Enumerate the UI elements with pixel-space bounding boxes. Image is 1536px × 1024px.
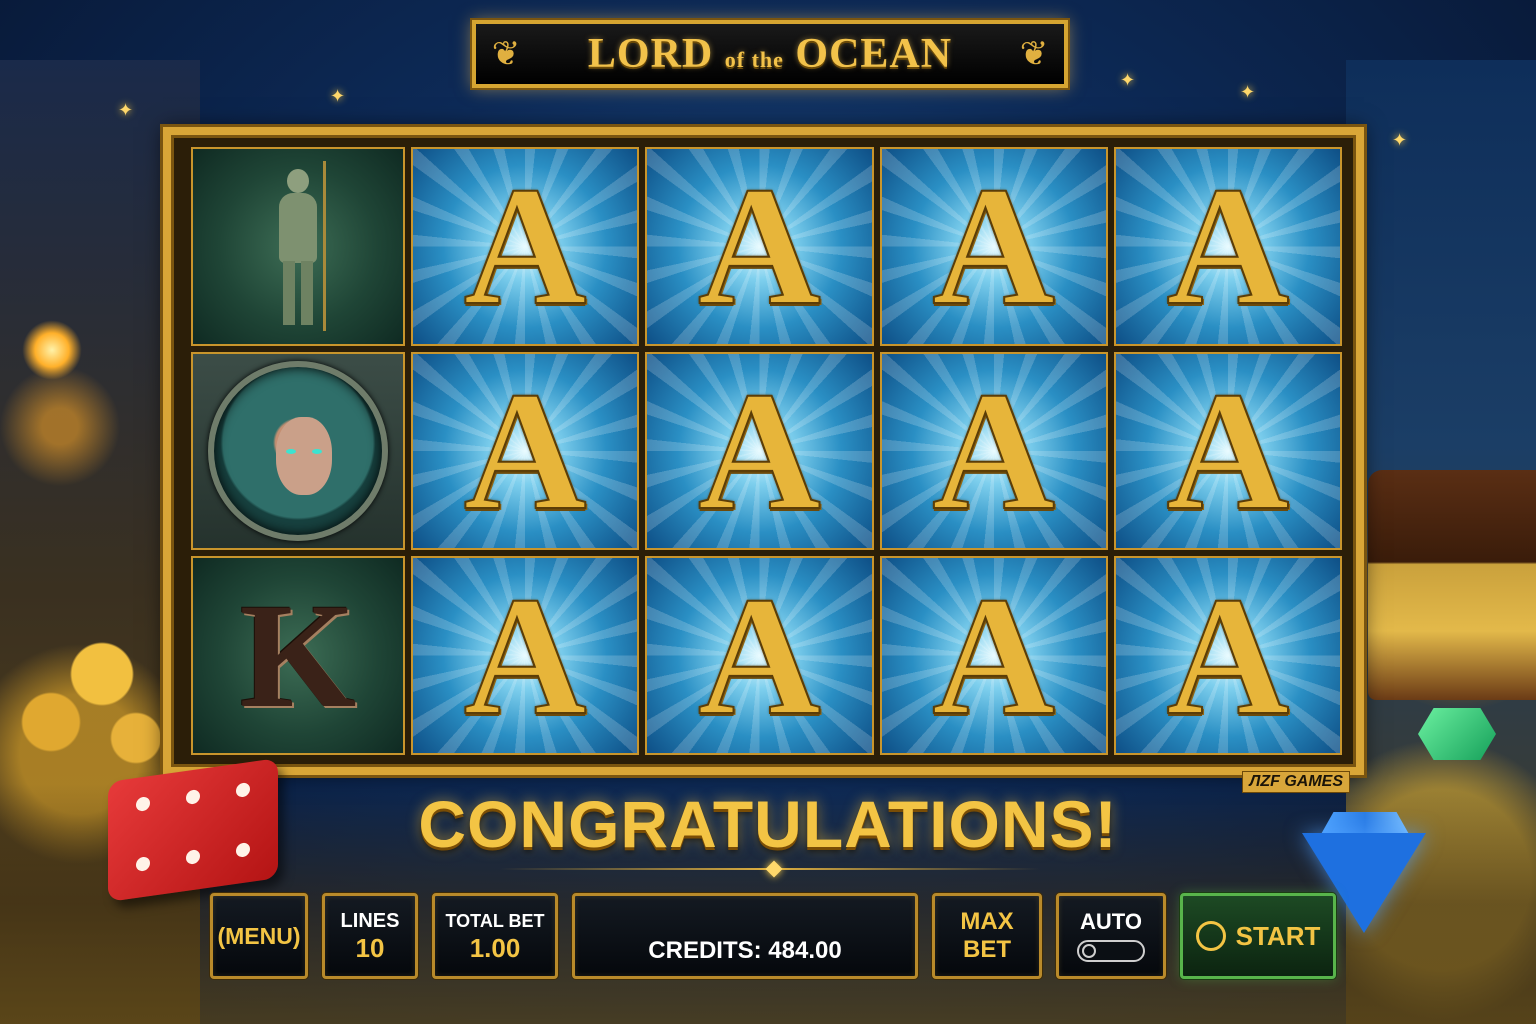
start-label: START [1235, 921, 1321, 951]
lines-label: LINES [340, 910, 400, 932]
max-bet-button[interactable]: MAX BET [932, 893, 1042, 979]
reel-2-row-1-a: A [411, 147, 640, 346]
reel-frame: A A A A A A A A K A A A A ЛZF GAMES [163, 127, 1364, 793]
menu-button[interactable]: (MENU) [210, 893, 308, 979]
menu-label: (MENU) [217, 923, 301, 949]
symbol-k: K [239, 572, 357, 739]
reel-2-row-3-a: A [411, 556, 640, 755]
lines-value: 10 [355, 933, 385, 963]
symbol-a: A [463, 152, 588, 341]
total-bet-value: 1.00 [469, 933, 521, 963]
symbol-a: A [463, 356, 588, 545]
credits-value: CREDITS: 484.00 [648, 937, 842, 964]
auto-label: AUTO [1080, 909, 1142, 934]
sparkle-icon: ✦ [330, 86, 346, 106]
reel-5-row-2-a: A [1113, 351, 1342, 551]
reel-3-row-3-a: A [645, 556, 874, 755]
reel-1-row-2-mermaid [191, 351, 405, 551]
start-circle-icon [1195, 921, 1226, 951]
auto-play-button[interactable]: AUTO [1056, 893, 1166, 979]
max-bet-label-line2: BET [963, 936, 1011, 963]
title-word-ocean: OCEAN [795, 31, 953, 77]
game-title-banner: ❦ LORD of the OCEAN ❦ [472, 20, 1068, 88]
torch-flame-icon [22, 320, 82, 380]
toggle-knob-icon [1082, 944, 1096, 958]
gold-coins-pile-left [0, 610, 170, 770]
start-button[interactable]: START [1180, 893, 1336, 979]
reel-4-row-3-a: A [879, 556, 1108, 755]
symbol-a: A [697, 152, 822, 341]
title-word-lord: LORD [587, 31, 714, 77]
symbol-a: A [697, 356, 822, 545]
sparkle-icon: ✦ [118, 100, 134, 120]
symbol-a: A [1165, 561, 1290, 750]
total-bet-label: TOTAL BET [445, 911, 545, 931]
title-ornament-right-icon: ❦ [1019, 35, 1049, 73]
reel-1-row-3-k: K [191, 556, 405, 755]
symbol-a: A [1165, 152, 1290, 341]
title-word-of-the: of the [724, 47, 784, 72]
symbol-a: A [931, 356, 1056, 545]
reel-1-row-1-statue [191, 147, 405, 346]
total-bet-button[interactable]: TOTAL BET 1.00 [432, 893, 558, 979]
sparkle-icon: ✦ [1240, 82, 1256, 102]
lines-button[interactable]: LINES 10 [322, 893, 418, 979]
max-bet-label-line1: MAX [960, 908, 1014, 935]
symbol-a: A [931, 561, 1056, 750]
reel-5-row-1-a: A [1113, 147, 1342, 346]
symbol-a: A [1165, 356, 1290, 545]
reel-4-row-2-a: A [879, 351, 1108, 551]
dice-icon [108, 758, 278, 902]
mermaid-portrait-icon [208, 360, 388, 541]
auto-toggle[interactable] [1077, 940, 1145, 962]
reel-2-row-2-a: A [411, 351, 640, 551]
reel-5-row-3-a: A [1113, 556, 1342, 755]
emerald-gem-icon [1418, 708, 1496, 760]
game-title: LORD of the OCEAN [588, 30, 952, 78]
sparkle-icon: ✦ [1392, 130, 1408, 150]
reel-4-row-1-a: A [879, 147, 1108, 346]
sparkle-icon: ✦ [1120, 70, 1136, 90]
treasure-chest-icon [1368, 470, 1536, 700]
credits-display: CREDITS: 484.00 [572, 893, 918, 979]
reel-3-row-2-a: A [645, 351, 874, 551]
symbol-a: A [697, 561, 822, 750]
statue-warrior-icon [263, 161, 333, 332]
symbol-a: A [931, 152, 1056, 341]
reel-grid: A A A A A A A A K A A A A [191, 147, 1342, 755]
reel-3-row-1-a: A [645, 147, 874, 346]
title-ornament-left-icon: ❦ [491, 35, 521, 73]
symbol-a: A [463, 561, 588, 750]
